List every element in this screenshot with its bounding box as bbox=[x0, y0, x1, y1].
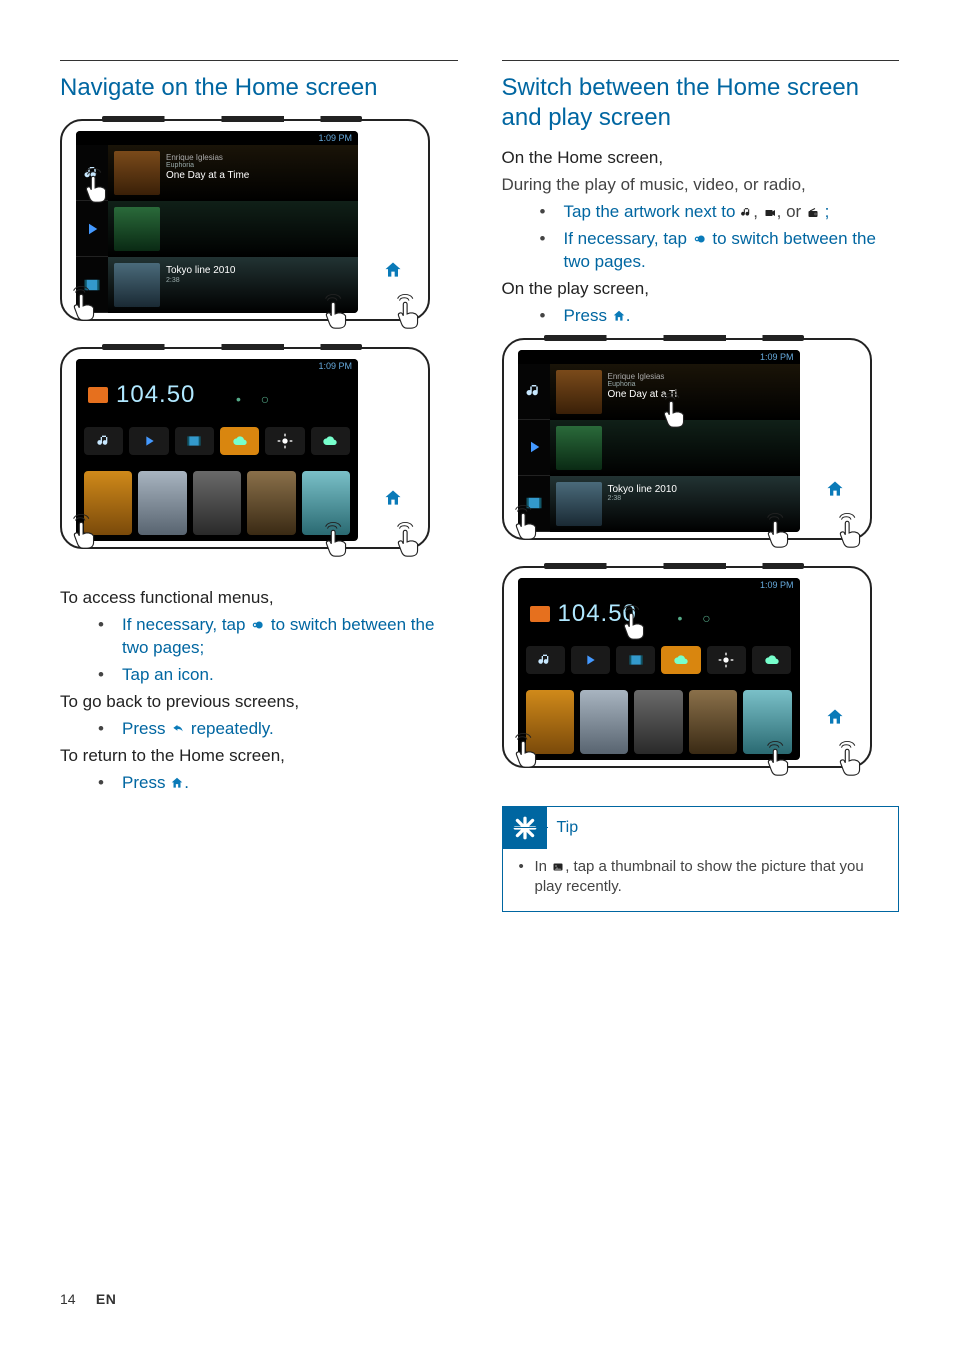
thumbnail bbox=[689, 690, 737, 754]
device-home-button-icon bbox=[810, 474, 860, 504]
page-footer: 14 EN bbox=[60, 1291, 116, 1307]
music-artist: Enrique Iglesias bbox=[608, 372, 677, 381]
right-p2: During the play of music, video, or radi… bbox=[502, 174, 900, 197]
app-icon bbox=[661, 646, 700, 674]
list-item: If necessary, tap to switch between the … bbox=[122, 614, 458, 660]
tap-hand-icon bbox=[616, 604, 654, 642]
tap-hand-icon bbox=[508, 732, 546, 770]
home-icon bbox=[170, 776, 184, 790]
page-switch-icon bbox=[250, 618, 266, 632]
tap-hand-icon bbox=[760, 512, 798, 550]
app-icon bbox=[526, 646, 565, 674]
page-dots-icon: • ○ bbox=[678, 610, 719, 626]
app-icon bbox=[220, 427, 259, 455]
app-icon bbox=[84, 427, 123, 455]
back-icon bbox=[170, 722, 186, 736]
tap-hand-icon bbox=[390, 293, 428, 331]
tap-hand-icon bbox=[508, 504, 546, 542]
device-home-button-icon bbox=[368, 483, 418, 513]
list-item: Tap the artwork next to , , or ; bbox=[564, 201, 900, 224]
left-sub2-label: To go back to previous screens, bbox=[60, 691, 458, 714]
tap-hand-icon bbox=[832, 512, 870, 550]
video-icon bbox=[763, 207, 777, 219]
right-p1: On the Home screen, bbox=[502, 147, 900, 170]
page-number: 14 bbox=[60, 1291, 92, 1307]
page-switch-icon bbox=[692, 232, 708, 246]
figure-switch-play: 1:09 PM 104.50 • ○ bbox=[502, 564, 900, 784]
video-tab-icon bbox=[518, 420, 550, 476]
left-sub3-label: To return to the Home screen, bbox=[60, 745, 458, 768]
thumbnail bbox=[580, 690, 628, 754]
left-sub1-label: To access functional menus, bbox=[60, 587, 458, 610]
radio-badge-icon bbox=[530, 606, 550, 622]
status-bar: 1:09 PM bbox=[518, 350, 800, 364]
status-bar: 1:09 PM bbox=[76, 359, 358, 373]
app-icon bbox=[311, 427, 350, 455]
page-dots-icon: • ○ bbox=[236, 391, 277, 407]
tap-hand-icon bbox=[78, 167, 116, 205]
tap-hand-icon bbox=[760, 740, 798, 778]
app-icon bbox=[129, 427, 168, 455]
list-item: If necessary, tap to switch between the … bbox=[564, 228, 900, 274]
tap-hand-icon bbox=[832, 740, 870, 778]
app-icon bbox=[571, 646, 610, 674]
thumbnail bbox=[247, 471, 295, 535]
left-heading: Navigate on the Home screen bbox=[60, 73, 458, 103]
right-p3: On the play screen, bbox=[502, 278, 900, 301]
app-icon bbox=[707, 646, 746, 674]
music-icon bbox=[740, 206, 753, 219]
status-bar: 1:09 PM bbox=[76, 131, 358, 145]
radio-icon bbox=[806, 207, 820, 219]
tap-hand-icon bbox=[390, 521, 428, 559]
tip-item: In , tap a thumbnail to show the picture… bbox=[517, 857, 885, 898]
music-tab-icon bbox=[518, 364, 550, 420]
figure-home-page1: 1:09 PM Enrique Iglesias Euphoria One Da… bbox=[60, 117, 458, 337]
music-album: Euphoria bbox=[608, 381, 677, 389]
figure-home-page2: 1:09 PM 104.50 • ○ bbox=[60, 345, 458, 565]
status-bar: 1:09 PM bbox=[518, 578, 800, 592]
music-track: One Day at a Time bbox=[166, 170, 249, 182]
video-title: Tokyo line 2010 bbox=[166, 265, 236, 277]
video-duration: 2:38 bbox=[166, 277, 236, 285]
radio-badge-icon bbox=[88, 387, 108, 403]
thumbnail bbox=[138, 471, 186, 535]
list-item: Press . bbox=[122, 772, 458, 795]
app-icon bbox=[265, 427, 304, 455]
list-item: Press . bbox=[564, 305, 900, 328]
radio-frequency: 104.50 bbox=[116, 381, 195, 409]
video-tab-icon bbox=[76, 201, 108, 257]
figure-switch-home: 1:09 PM Enrique Iglesias Euphoria One Da… bbox=[502, 336, 900, 556]
photo-icon bbox=[551, 861, 565, 873]
app-icon bbox=[752, 646, 791, 674]
tap-hand-icon bbox=[66, 285, 104, 323]
device-home-button-icon bbox=[810, 702, 860, 732]
tap-hand-icon bbox=[66, 513, 104, 551]
app-icon bbox=[616, 646, 655, 674]
tip-asterisk-icon bbox=[503, 807, 547, 849]
tap-hand-icon bbox=[318, 293, 356, 331]
list-item: Tap an icon. bbox=[122, 664, 458, 687]
video-duration: 2:38 bbox=[608, 495, 678, 503]
music-album: Euphoria bbox=[166, 162, 249, 170]
right-heading: Switch between the Home screen and play … bbox=[502, 73, 900, 133]
app-icon bbox=[175, 427, 214, 455]
tip-box: Tip In , tap a thumbnail to show the pic… bbox=[502, 806, 900, 913]
tap-hand-icon bbox=[318, 521, 356, 559]
thumbnail bbox=[193, 471, 241, 535]
tip-label: Tip bbox=[557, 819, 579, 837]
page-lang: EN bbox=[96, 1291, 116, 1307]
home-icon bbox=[612, 309, 626, 323]
tap-hand-icon bbox=[656, 392, 694, 430]
thumbnail bbox=[634, 690, 682, 754]
device-home-button-icon bbox=[368, 255, 418, 285]
list-item: Press repeatedly. bbox=[122, 718, 458, 741]
video-title: Tokyo line 2010 bbox=[608, 484, 678, 496]
music-artist: Enrique Iglesias bbox=[166, 153, 249, 162]
